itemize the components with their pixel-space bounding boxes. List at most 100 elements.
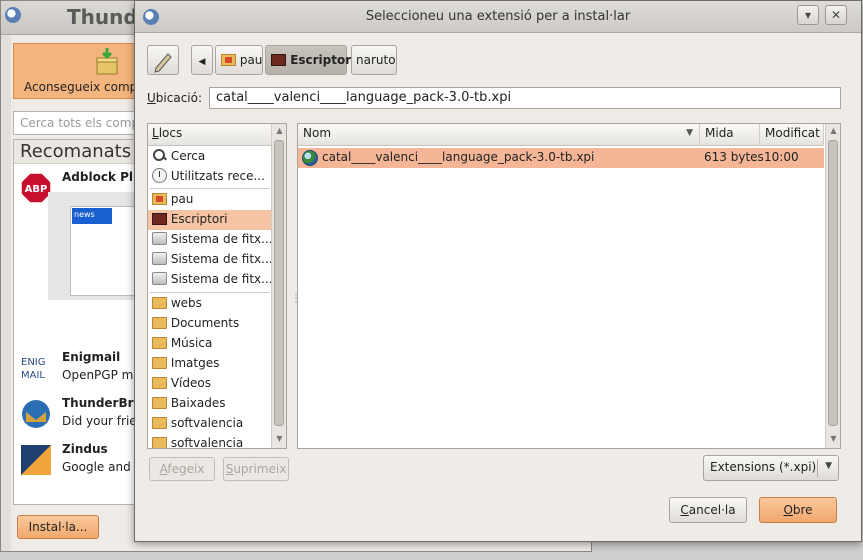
files-pane: Nom ▼ Mida Modificat catal____valenci___… <box>297 123 841 449</box>
add-place-button[interactable]: Afegeix <box>149 457 215 481</box>
place-videos[interactable]: Vídeos <box>148 374 272 394</box>
addon-description: Did your frien <box>62 414 137 428</box>
open-button[interactable]: Obre <box>759 497 837 523</box>
addons-package-icon <box>96 48 118 75</box>
path-button-label: Escriptori <box>290 53 356 67</box>
minimize-button[interactable]: ▾ <box>797 5 819 25</box>
xpi-file-icon <box>302 150 318 166</box>
file-modified: 10:00 <box>764 150 799 164</box>
scroll-up-arrow-icon[interactable]: ▲ <box>272 126 286 138</box>
documents-icon <box>152 317 167 329</box>
svg-text:ENIG: ENIG <box>21 357 46 368</box>
place-filesystem-2[interactable]: Sistema de fitx... <box>148 250 272 270</box>
cancel-button[interactable]: Cancel·la <box>669 497 747 523</box>
place-recent[interactable]: Utilitzats rece... <box>148 166 272 186</box>
places-pane: Llocs Cerca Utilitzats rece... pau Escri… <box>147 123 287 449</box>
arrow-left-icon: ◀ <box>198 57 206 67</box>
dialog-titlebar: Seleccioneu una extensió per a instal·la… <box>135 1 861 33</box>
scroll-down-arrow-icon[interactable]: ▼ <box>826 434 840 446</box>
place-filesystem-1[interactable]: Sistema de fitx... <box>148 230 272 250</box>
addon-item-enigmail[interactable]: ENIG MAIL Enigmail OpenPGP me <box>14 346 137 390</box>
thunderbrowse-icon <box>22 400 50 428</box>
place-downloads[interactable]: Baixades <box>148 394 272 414</box>
clock-icon <box>152 168 167 183</box>
place-webs[interactable]: webs <box>148 294 272 314</box>
place-filesystem-3[interactable]: Sistema de fitx... <box>148 270 272 290</box>
thunderbird-logo-icon <box>5 7 21 23</box>
places-separator <box>150 292 270 293</box>
remove-place-button[interactable]: Suprimeix <box>223 457 289 481</box>
drive-icon <box>152 252 167 265</box>
place-documents[interactable]: Documents <box>148 314 272 334</box>
pencil-icon <box>154 53 172 73</box>
get-addons-label: Aconsegueix comple <box>24 80 148 94</box>
place-pau[interactable]: pau <box>148 190 272 210</box>
file-chooser-dialog: Seleccioneu una extensió per a instal·la… <box>134 0 862 542</box>
folder-icon <box>152 297 167 309</box>
addon-name: Zindus <box>62 442 108 456</box>
path-button-label: pau <box>239 53 263 67</box>
place-pictures[interactable]: Imatges <box>148 354 272 374</box>
scroll-up-arrow-icon[interactable]: ▲ <box>826 126 840 138</box>
path-button-naruto[interactable]: naruto <box>351 45 397 75</box>
places-scroll-thumb[interactable] <box>274 140 284 426</box>
addon-description: Google and Z <box>62 460 137 474</box>
file-name: catal____valenci____language_pack-3.0-tb… <box>322 150 595 164</box>
column-header-modified[interactable]: Modificat <box>760 124 824 146</box>
home-folder-icon <box>221 54 236 66</box>
folder-icon <box>152 417 167 429</box>
file-type-filter-select[interactable]: Extensions (*.xpi) ▼ <box>703 455 839 481</box>
path-button-escriptori[interactable]: Escriptori <box>265 45 355 75</box>
column-header-size[interactable]: Mida <box>700 124 760 146</box>
addons-left-strip <box>1 35 11 551</box>
svg-text:ABP: ABP <box>25 184 48 195</box>
install-button[interactable]: Instal·la... <box>17 515 99 539</box>
addon-name: ThunderBrow <box>62 396 136 410</box>
addon-name: Enigmail <box>62 350 121 364</box>
get-addons-pane[interactable]: Aconsegueix comple <box>13 43 148 99</box>
search-icon <box>152 148 167 163</box>
music-icon <box>152 337 167 349</box>
videos-icon <box>152 377 167 389</box>
location-label: Ubicació: <box>147 91 203 105</box>
sort-down-icon: ▼ <box>686 128 693 138</box>
drive-icon <box>152 272 167 285</box>
addon-description: OpenPGP me <box>62 368 137 382</box>
addon-name: Adblock Plus <box>62 170 136 184</box>
files-scrollbar[interactable]: ▲ ▼ <box>825 124 840 448</box>
home-folder-icon <box>152 193 167 205</box>
place-softvalencia-2[interactable]: softvalencia <box>148 434 272 448</box>
file-row[interactable]: catal____valenci____language_pack-3.0-tb… <box>298 148 824 168</box>
path-button-label: naruto <box>356 53 396 67</box>
location-input[interactable]: catal____valenci____language_pack-3.0-tb… <box>209 87 841 109</box>
scroll-down-arrow-icon[interactable]: ▼ <box>272 434 286 446</box>
close-button[interactable]: ✕ <box>825 5 847 25</box>
recommended-heading: Recomanats <box>14 140 136 164</box>
svg-text:MAIL: MAIL <box>21 370 45 381</box>
file-size: 613 bytes <box>704 150 764 164</box>
place-escriptori[interactable]: Escriptori <box>148 210 272 230</box>
edit-location-toggle[interactable] <box>147 45 179 75</box>
desktop-icon <box>152 213 167 225</box>
addon-item-thunderbrowse[interactable]: ThunderBrow Did your frien <box>14 392 137 436</box>
dialog-title: Seleccioneu una extensió per a instal·la… <box>365 9 631 24</box>
files-scroll-thumb[interactable] <box>828 140 838 426</box>
place-softvalencia-1[interactable]: softvalencia <box>148 414 272 434</box>
recommended-panel: Recomanats ABP Adblock Plus news ENIG MA… <box>13 139 137 505</box>
places-scrollbar[interactable]: ▲ ▼ <box>271 124 286 448</box>
desktop-icon <box>271 54 286 66</box>
drive-icon <box>152 232 167 245</box>
enigmail-icon: ENIG MAIL <box>21 357 46 381</box>
adblock-screenshot: news <box>48 192 136 300</box>
downloads-icon <box>152 397 167 409</box>
addon-item-zindus[interactable]: Zindus Google and Z <box>14 438 137 482</box>
place-music[interactable]: Música <box>148 334 272 354</box>
place-search[interactable]: Cerca <box>148 146 272 166</box>
places-header[interactable]: Llocs <box>148 124 272 146</box>
column-header-name[interactable]: Nom ▼ <box>298 124 700 146</box>
addons-search-input[interactable]: Cerca tots els compl <box>13 111 137 135</box>
places-separator <box>150 188 270 189</box>
path-scroll-left-button[interactable]: ◀ <box>191 45 213 75</box>
path-button-pau[interactable]: pau <box>215 45 263 75</box>
pictures-icon <box>152 357 167 369</box>
